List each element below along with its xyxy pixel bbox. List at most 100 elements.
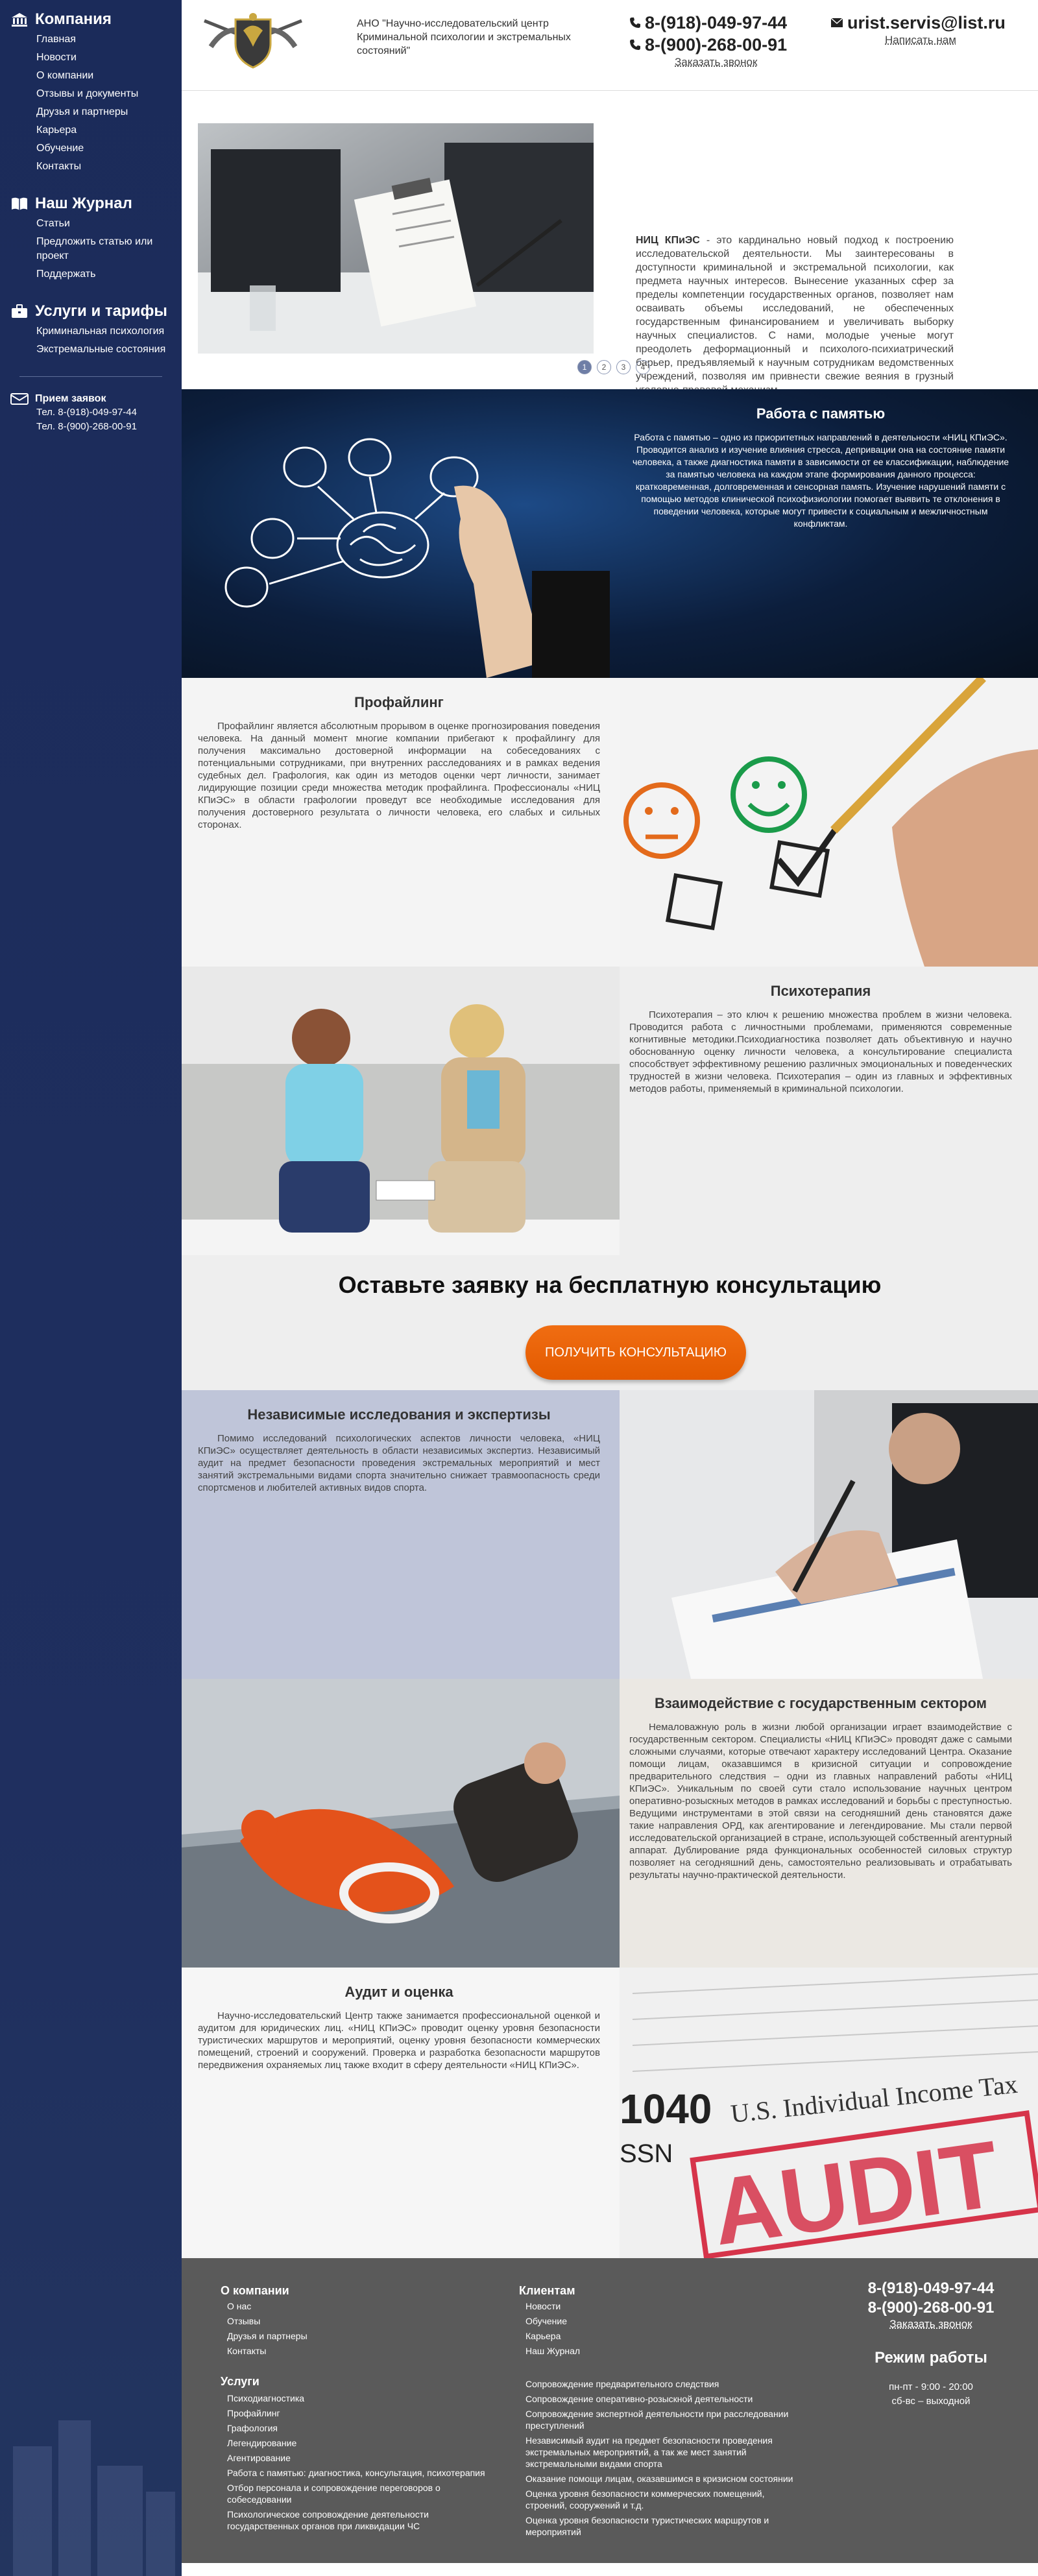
slide-description: НИЦ КПиЭС - это кардинально новый подход… xyxy=(636,234,954,397)
sidebar-phone-2[interactable]: Тел. 8-(900)-268-00-91 xyxy=(10,420,182,434)
sidebar-contact-title: Прием заявок xyxy=(35,393,106,404)
audit-title: Аудит и оценка xyxy=(344,1984,453,2000)
footer-service-link[interactable]: Сопровождение предварительного следствия xyxy=(525,2378,804,2390)
footer-phone-1[interactable]: 8-(918)-049-97-44 xyxy=(830,2279,1032,2298)
company-name: АНО "Научно-исследовательский центр Крим… xyxy=(357,18,571,56)
therapy-section: Психотерапия Психотерапия – это ключ к р… xyxy=(182,967,1038,1255)
footer-service-link[interactable]: Сопровождение экспертной деятельности пр… xyxy=(525,2408,804,2431)
book-icon xyxy=(12,197,27,210)
slider-dot-4[interactable]: 4 xyxy=(636,360,650,374)
sidebar-item-reviews[interactable]: Отзывы и документы xyxy=(36,87,182,101)
footer-service-link[interactable]: Агентирование xyxy=(227,2452,500,2464)
sidebar-item-partners[interactable]: Друзья и партнеры xyxy=(36,105,182,119)
phone-icon xyxy=(630,40,640,50)
footer-service-link[interactable]: Психодиагностика xyxy=(227,2392,500,2404)
work-hours-title: Режим работы xyxy=(875,2349,987,2366)
footer-service-link[interactable]: Оценка уровня безопасности туристических… xyxy=(525,2514,804,2538)
memory-text: Работа с памятью – одно из приоритетных … xyxy=(632,432,1009,529)
footer-phone-2[interactable]: 8-(900)-268-00-91 xyxy=(830,2298,1032,2318)
footer-services: Услуги Психодиагностика Профайлинг Графо… xyxy=(221,2375,500,2535)
sidebar-item-extreme-states[interactable]: Экстремальные состояния xyxy=(36,343,182,357)
sidebar-item-training[interactable]: Обучение xyxy=(36,141,182,156)
sidebar-journal-heading[interactable]: Наш Журнал xyxy=(10,195,182,213)
footer-service-link[interactable]: Графология xyxy=(227,2422,500,2434)
sidebar-item-suggest-article[interactable]: Предложить статью или проект xyxy=(36,235,182,263)
sidebar-journal-title: Наш Журнал xyxy=(35,195,132,212)
building-icon xyxy=(12,13,27,27)
footer-service-link[interactable]: Независимый аудит на предмет безопасност… xyxy=(525,2435,804,2470)
sidebar-item-criminal-psychology[interactable]: Криминальная психология xyxy=(36,324,182,339)
header-email-box: urist.servis@list.ru Написать нам xyxy=(830,12,1006,47)
profiling-image-checklist-smileys xyxy=(620,678,1038,967)
footer-service-link[interactable]: Профайлинг xyxy=(227,2407,500,2419)
research-section: Независимые исследования и экспертизы По… xyxy=(182,1390,1038,1679)
profiling-section: Профайлинг Профайлинг является абсолютны… xyxy=(182,678,1038,967)
footer-link-training[interactable]: Обучение xyxy=(525,2315,580,2327)
gov-image-ice-rescue xyxy=(182,1679,620,1968)
footer-clients-title: Клиентам xyxy=(519,2284,575,2297)
envelope-icon xyxy=(830,18,843,27)
callback-link[interactable]: Заказать звонок xyxy=(675,56,787,69)
research-image-writing-man xyxy=(620,1390,1038,1679)
inbox-icon xyxy=(10,393,29,405)
footer-service-link[interactable]: Психологическое сопровождение деятельнос… xyxy=(227,2509,500,2532)
footer-link-contacts[interactable]: Контакты xyxy=(227,2345,308,2357)
header: АНО "Научно-исследовательский центр Крим… xyxy=(182,0,1038,91)
gov-title: Взаимодействие с государственным секторо… xyxy=(655,1695,987,1711)
slider-dot-2[interactable]: 2 xyxy=(597,360,611,374)
ssn-label: SSN xyxy=(620,2139,673,2168)
sidebar-services-title: Услуги и тарифы xyxy=(35,302,167,320)
logo-shield-eagle[interactable] xyxy=(198,8,308,69)
header-phone-1[interactable]: 8-(918)-049-97-44 xyxy=(629,12,787,34)
footer-service-link[interactable]: Оценка уровня безопасности коммерческих … xyxy=(525,2488,804,2511)
footer-link-reviews[interactable]: Отзывы xyxy=(227,2315,308,2327)
header-email[interactable]: urist.servis@list.ru xyxy=(830,12,1006,34)
footer-service-link[interactable]: Легендирование xyxy=(227,2437,500,2449)
footer-service-link[interactable]: Оказание помощи лицам, оказавшимся в кри… xyxy=(525,2473,804,2485)
header-phone-2-text: 8-(900)-268-00-91 xyxy=(645,35,788,54)
research-title: Независимые исследования и экспертизы xyxy=(247,1406,551,1423)
cta-title: Оставьте заявку на бесплатную консультац… xyxy=(338,1271,882,1298)
slider-dot-1[interactable]: 1 xyxy=(577,360,592,374)
footer-service-link[interactable]: Отбор персонала и сопровождение перегово… xyxy=(227,2482,500,2505)
footer-service-link[interactable]: Сопровождение оперативно-розыскной деяте… xyxy=(525,2393,804,2405)
header-phone-2[interactable]: 8-(900)-268-00-91 xyxy=(629,34,787,56)
consultation-cta: Оставьте заявку на бесплатную консультац… xyxy=(182,1255,1038,1390)
sidebar-item-contacts[interactable]: Контакты xyxy=(36,160,182,174)
header-email-text: urist.servis@list.ru xyxy=(847,13,1006,32)
sidebar-item-about[interactable]: О компании xyxy=(36,69,182,83)
gov-text: Немаловажную роль в жизни любой организа… xyxy=(629,1722,1012,1881)
footer-link-partners[interactable]: Друзья и партнеры xyxy=(227,2330,308,2342)
sidebar-item-articles[interactable]: Статьи xyxy=(36,217,182,231)
slider-dot-3[interactable]: 3 xyxy=(616,360,631,374)
audit-text: Научно-исследовательский Центр также зан… xyxy=(198,2010,600,2071)
footer-link-career[interactable]: Карьера xyxy=(525,2330,580,2342)
footer-callback-link[interactable]: Заказать звонок xyxy=(830,2318,1032,2331)
write-us-link[interactable]: Написать нам xyxy=(885,34,1006,47)
footer-link-journal[interactable]: Наш Журнал xyxy=(525,2345,580,2357)
sidebar-item-news[interactable]: Новости xyxy=(36,51,182,65)
sidebar-item-support[interactable]: Поддержать xyxy=(36,267,182,282)
footer-services-more: Сопровождение предварительного следствия… xyxy=(525,2378,804,2541)
sidebar-company-heading[interactable]: Компания xyxy=(10,10,182,29)
city-skyline-decoration xyxy=(13,2420,175,2576)
profiling-text: Профайлинг является абсолютным прорывом … xyxy=(198,721,600,830)
get-consultation-button[interactable]: ПОЛУЧИТЬ КОНСУЛЬТАЦИЮ xyxy=(525,1325,746,1380)
header-phone-1-text: 8-(918)-049-97-44 xyxy=(645,13,788,32)
sidebar-phone-1[interactable]: Тел. 8-(918)-049-97-44 xyxy=(10,405,182,420)
sidebar-services-heading[interactable]: Услуги и тарифы xyxy=(10,302,182,320)
footer-clients: Клиентам Новости Обучение Карьера Наш Жу… xyxy=(519,2284,580,2360)
memory-title: Работа с памятью xyxy=(756,405,886,422)
footer-services-title: Услуги xyxy=(221,2375,260,2388)
sidebar-item-home[interactable]: Главная xyxy=(36,32,182,47)
sidebar-item-career[interactable]: Карьера xyxy=(36,123,182,138)
slider-pagination: 1 2 3 4 xyxy=(577,360,650,374)
footer-service-link[interactable]: Работа с памятью: диагностика, консульта… xyxy=(227,2467,500,2479)
sidebar-contact-heading: Прием заявок xyxy=(10,392,182,405)
memory-section: Работа с памятью Работа с памятью – одно… xyxy=(182,389,1038,678)
therapy-title: Психотерапия xyxy=(770,983,871,999)
sidebar-divider xyxy=(19,376,162,377)
main-content: АНО "Научно-исследовательский центр Крим… xyxy=(182,0,1038,2563)
footer-link-about-us[interactable]: О нас xyxy=(227,2300,308,2312)
footer-link-news[interactable]: Новости xyxy=(525,2300,580,2312)
